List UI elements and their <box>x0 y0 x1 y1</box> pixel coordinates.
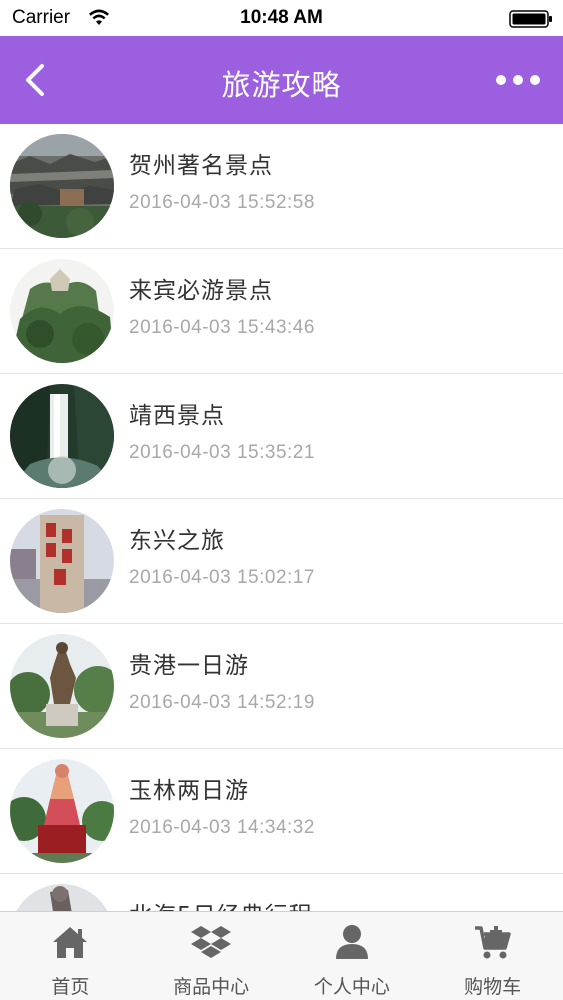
tab-home[interactable]: 首页 <box>0 912 141 1000</box>
article-date: 2016-04-03 15:35:21 <box>129 442 315 463</box>
thumbnail-image <box>10 384 114 488</box>
tab-profile[interactable]: 个人中心 <box>282 912 423 1000</box>
list-item[interactable]: 北海5日经典行程 <box>0 874 563 911</box>
list-item[interactable]: 靖西景点 2016-04-03 15:35:21 <box>0 374 563 499</box>
page-title: 旅游攻略 <box>221 68 342 102</box>
article-date: 2016-04-03 15:52:58 <box>129 192 315 213</box>
dropbox-icon <box>191 926 232 958</box>
list-item[interactable]: 贺州著名景点 2016-04-03 15:52:58 <box>0 124 563 249</box>
thumbnail-image <box>10 259 114 363</box>
list-item[interactable]: 玉林两日游 2016-04-03 14:34:32 <box>0 749 563 874</box>
list-item[interactable]: 东兴之旅 2016-04-03 15:02:17 <box>0 499 563 624</box>
article-title: 玉林两日游 <box>129 778 249 804</box>
tab-label: 首页 <box>51 976 90 998</box>
thumbnail-image <box>10 884 114 911</box>
article-title: 贺州著名景点 <box>129 153 273 179</box>
tab-products[interactable]: 商品中心 <box>141 912 282 1000</box>
clock: 10:48 AM <box>240 7 323 28</box>
list-item[interactable]: 贵港一日游 2016-04-03 14:52:19 <box>0 624 563 749</box>
article-title: 来宾必游景点 <box>129 278 273 304</box>
article-date: 2016-04-03 15:43:46 <box>129 317 315 338</box>
tab-bar: 首页 商品中心 个人中心 购物车 <box>0 911 563 1000</box>
thumbnail-image <box>10 134 114 238</box>
thumbnail-image <box>10 634 114 738</box>
status-bar: Carrier 10:48 AM <box>0 0 563 36</box>
article-title: 北海5日经典行程 <box>129 896 313 911</box>
article-title: 东兴之旅 <box>129 528 225 554</box>
article-date: 2016-04-03 15:02:17 <box>129 567 315 588</box>
article-list: 贺州著名景点 2016-04-03 15:52:58 来宾必游景点 2016-0… <box>0 124 563 911</box>
thumbnail-image <box>10 759 114 863</box>
tab-label: 购物车 <box>464 976 522 998</box>
user-icon <box>335 925 368 959</box>
article-title: 贵港一日游 <box>129 653 249 679</box>
cart-icon <box>474 926 511 959</box>
article-date: 2016-04-03 14:34:32 <box>129 817 315 838</box>
more-icon[interactable] <box>495 68 541 92</box>
thumbnail-image <box>10 509 114 613</box>
article-title: 靖西景点 <box>129 403 225 429</box>
tab-label: 商品中心 <box>173 976 250 998</box>
battery-icon <box>509 10 552 28</box>
nav-bar: 旅游攻略 <box>0 36 563 124</box>
tab-label: 个人中心 <box>313 976 390 998</box>
tab-cart[interactable]: 购物车 <box>422 912 563 1000</box>
list-item[interactable]: 来宾必游景点 2016-04-03 15:43:46 <box>0 249 563 374</box>
article-date: 2016-04-03 14:52:19 <box>129 692 315 713</box>
home-icon <box>53 927 88 958</box>
